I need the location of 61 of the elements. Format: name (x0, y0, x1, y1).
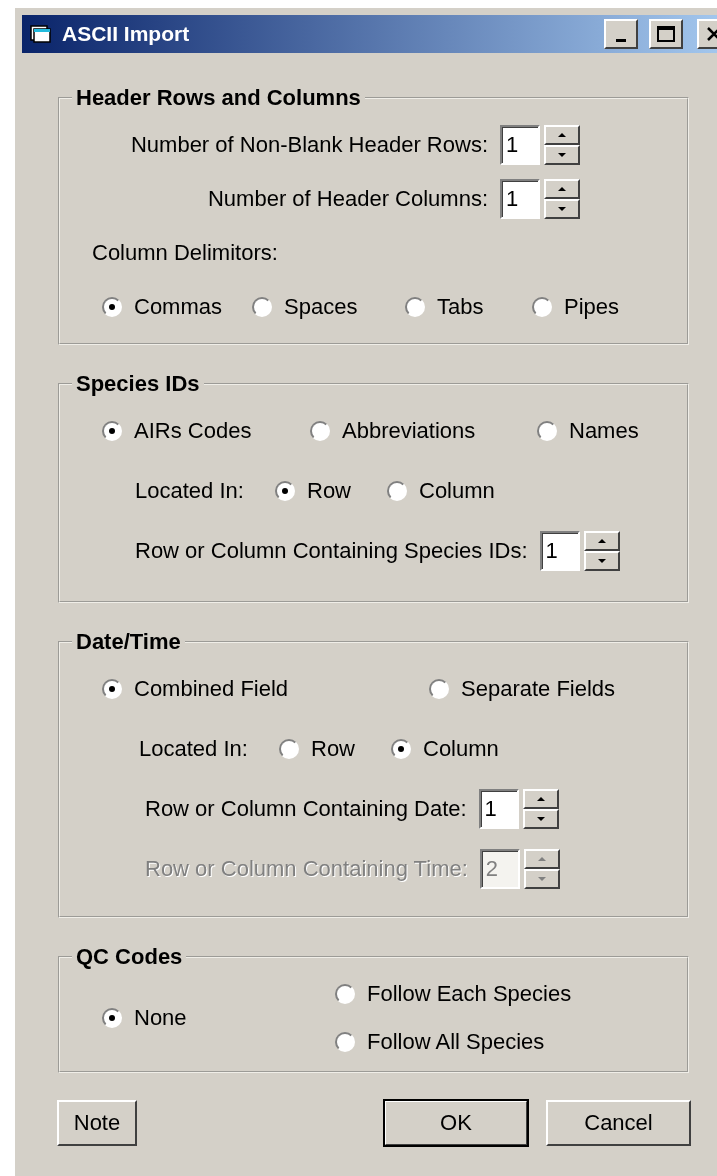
number-field[interactable]: 1 (500, 125, 540, 165)
up-arrow-icon (558, 133, 566, 137)
maximize-button[interactable] (649, 19, 683, 49)
radio-option[interactable]: Column (387, 478, 687, 504)
spin-down-button[interactable] (522, 809, 559, 829)
number-field[interactable]: 1 (539, 531, 580, 571)
down-arrow-icon (558, 153, 566, 157)
radio-option[interactable]: Follow All Species (335, 1029, 687, 1055)
group-title: Header Rows and Columns (75, 85, 362, 111)
window-title: ASCII Import (62, 22, 191, 46)
spin-down-button[interactable] (583, 551, 620, 571)
down-arrow-icon (537, 877, 546, 881)
radio-option[interactable]: Abbreviations (310, 418, 537, 444)
field-label: Row or Column Containing Date: (145, 796, 467, 822)
spin-up-button[interactable] (544, 179, 580, 199)
up-arrow-icon (558, 187, 566, 191)
spin-down-button[interactable] (544, 145, 580, 165)
minimize-icon (616, 38, 626, 42)
field-label: Number of Header Columns: (208, 186, 488, 212)
number-field[interactable]: 1 (500, 179, 540, 219)
minimize-button[interactable] (604, 19, 638, 49)
up-arrow-icon (537, 857, 546, 861)
group-title: Species IDs (75, 371, 201, 397)
section-label: Column Delimitors: (92, 240, 278, 266)
spin-up-button[interactable] (522, 789, 559, 809)
radio-option[interactable]: Names (537, 418, 687, 444)
number-field[interactable]: 1 (478, 789, 519, 829)
radio-option[interactable]: Pipes (532, 294, 687, 320)
radio-option[interactable]: None (102, 1005, 335, 1031)
dialog-button[interactable]: Cancel (546, 1100, 691, 1146)
radio-option[interactable]: Separate Fields (429, 676, 687, 702)
radio-option[interactable]: Spaces (252, 294, 405, 320)
radio-option[interactable]: Combined Field (102, 676, 429, 702)
spin-down-button[interactable] (544, 199, 580, 219)
down-arrow-icon (597, 559, 606, 563)
radio-option[interactable]: AIRs Codes (102, 418, 310, 444)
maximize-icon (657, 26, 675, 42)
radio-option[interactable]: Column (391, 736, 687, 762)
down-arrow-icon (558, 207, 566, 211)
field-label: Located In: (139, 736, 249, 762)
window-icon (30, 23, 54, 45)
radio-option[interactable]: Row (275, 478, 387, 504)
radio-option[interactable]: Tabs (405, 294, 532, 320)
spin-up-button[interactable] (544, 125, 580, 145)
radio-option[interactable]: Commas (102, 294, 252, 320)
radio-option[interactable]: Row (279, 736, 391, 762)
down-arrow-icon (536, 817, 545, 821)
dialog-button[interactable]: Note (57, 1100, 137, 1146)
field-label: Row or Column Containing Species IDs: (135, 538, 528, 564)
group-title: QC Codes (75, 944, 184, 970)
spin-up-button[interactable] (583, 531, 620, 551)
field-label: Located In: (135, 478, 245, 504)
radio-option[interactable]: Follow Each Species (335, 981, 687, 1007)
up-arrow-icon (536, 797, 545, 801)
spin-up-button[interactable] (523, 849, 560, 869)
spin-down-button[interactable] (523, 869, 560, 889)
dialog-button[interactable]: OK (384, 1100, 528, 1146)
up-arrow-icon (597, 539, 606, 543)
field-label: Row or Column Containing Time: (145, 856, 468, 882)
field-label: Number of Non-Blank Header Rows: (130, 132, 488, 158)
group-title: Date/Time (75, 629, 182, 655)
